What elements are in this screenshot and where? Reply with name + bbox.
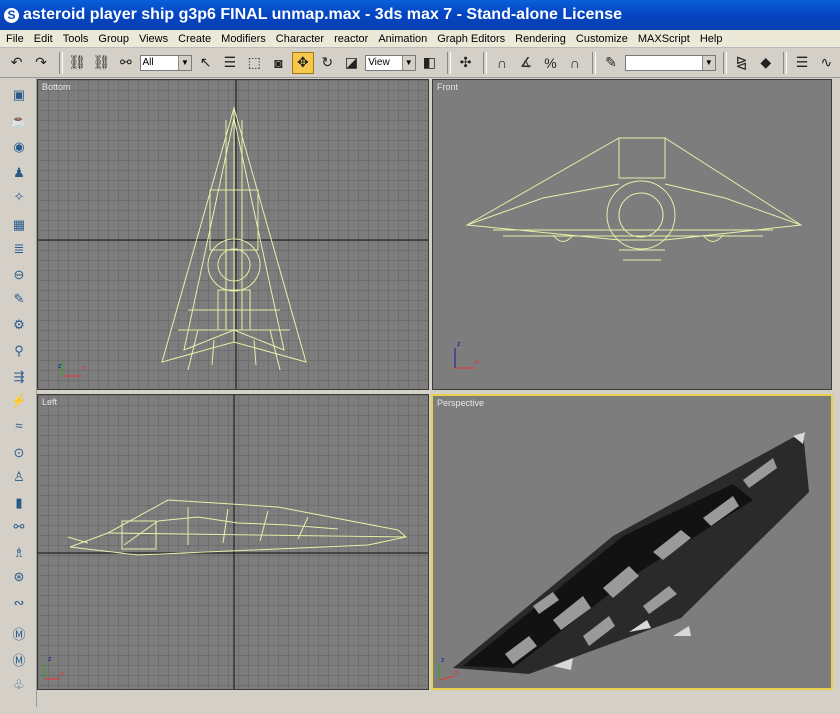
select-and-move-icon[interactable]: ✥ — [292, 51, 314, 74]
unlink-icon[interactable]: ⛓ — [91, 52, 112, 74]
select-object-icon[interactable]: ↖ — [195, 52, 216, 74]
menu-create[interactable]: Create — [178, 33, 211, 45]
attach-icon[interactable]: ⊙ — [10, 444, 28, 462]
chevron-down-icon: ▼ — [701, 55, 715, 70]
select-and-scale-icon[interactable]: ◪ — [341, 52, 362, 74]
rope-icon[interactable]: ∾ — [10, 594, 28, 612]
create-teapot-icon[interactable]: ☕ — [10, 112, 28, 130]
stack-icon[interactable]: ≣ — [10, 240, 28, 258]
status-bar — [36, 707, 840, 714]
particle-icon[interactable]: ⇶ — [10, 368, 28, 386]
toolbar-separator — [483, 51, 488, 74]
viewport-front[interactable]: Front z x — [432, 79, 832, 390]
spinner-snap-icon[interactable]: ∩ — [564, 52, 585, 74]
undo-icon[interactable]: ↶ — [6, 52, 27, 74]
svg-text:x: x — [60, 671, 64, 678]
toolbar-separator — [592, 51, 597, 74]
wave-icon[interactable]: ≈ — [10, 416, 28, 434]
wrench-icon[interactable]: ✎ — [10, 290, 28, 308]
mirror-icon[interactable]: ⧎ — [731, 52, 752, 74]
menu-views[interactable]: Views — [139, 33, 168, 45]
viewport-perspective[interactable]: Perspective z x — [431, 394, 833, 690]
max-m-icon[interactable]: Ⓜ — [10, 624, 28, 642]
create-helper-icon[interactable]: ✧ — [10, 188, 28, 206]
viewport-left[interactable]: Left z x — [37, 394, 429, 690]
toolbar-separator — [58, 51, 63, 74]
bind-to-space-warp-icon[interactable]: ⚯ — [115, 52, 136, 74]
space-warp-icon[interactable]: ⚡ — [10, 392, 28, 410]
material-editor-icon[interactable]: ▦ — [10, 216, 28, 234]
window-crossing-icon[interactable]: ◙ — [268, 52, 289, 74]
rectangular-selection-icon[interactable]: ⬚ — [244, 52, 265, 74]
bottom-view-wireframe: z x — [38, 80, 428, 389]
menu-edit[interactable]: Edit — [34, 33, 53, 45]
select-and-link-icon[interactable]: ⛓ — [67, 52, 88, 74]
biped-icon[interactable]: ♙ — [10, 468, 28, 486]
gear-icon[interactable]: ⚙ — [10, 316, 28, 334]
menu-group[interactable]: Group — [98, 33, 129, 45]
named-selection-dropdown[interactable]: ▼ — [624, 54, 716, 71]
selection-filter-dropdown[interactable]: All ▼ — [139, 54, 192, 71]
chevron-down-icon: ▼ — [177, 55, 191, 70]
title-bar: S asteroid player ship g3p6 FINAL unmap.… — [0, 0, 840, 30]
front-view-wireframe: z x — [454, 137, 803, 369]
toolbar-separator — [783, 51, 788, 74]
chevron-down-icon: ▼ — [401, 55, 415, 70]
menu-tools[interactable]: Tools — [63, 33, 89, 45]
pivot-center-icon[interactable]: ◧ — [419, 52, 440, 74]
svg-text:z: z — [58, 363, 62, 370]
bottle-icon[interactable]: ▮ — [10, 494, 28, 512]
menu-rendering[interactable]: Rendering — [515, 33, 566, 45]
render-icon[interactable]: ⊛ — [10, 568, 28, 586]
window-title: asteroid player ship g3p6 FINAL unmap.ma… — [23, 6, 622, 23]
svg-text:z: z — [441, 657, 445, 664]
toolbar-separator — [722, 51, 727, 74]
cloth-icon[interactable]: ♧ — [10, 676, 28, 694]
bone-icon[interactable]: ⚲ — [10, 342, 28, 360]
cylinder-icon[interactable]: ⊖ — [10, 266, 28, 284]
perspective-view-render: z x — [438, 432, 809, 681]
curve-editor-icon[interactable]: ∿ — [816, 52, 837, 74]
main-toolbar: ↶ ↷ ⛓ ⛓ ⚯ All ▼ ↖ ☰ ⬚ ◙ ✥ ↻ ◪ View ▼ ◧ ✣… — [0, 48, 840, 78]
app-icon[interactable]: S — [4, 7, 19, 23]
viewport-bottom[interactable]: Bottom z x — [37, 79, 429, 390]
svg-text:x: x — [475, 359, 479, 366]
select-by-name-icon[interactable]: ☰ — [219, 52, 240, 74]
svg-text:x: x — [82, 365, 86, 372]
menu-reactor[interactable]: reactor — [334, 33, 368, 45]
redo-icon[interactable]: ↷ — [30, 52, 51, 74]
toolbar-separator — [447, 51, 451, 74]
percent-snap-icon[interactable]: % — [540, 52, 561, 74]
menu-character[interactable]: Character — [276, 33, 324, 45]
create-box-icon[interactable]: ▣ — [10, 86, 28, 104]
link-icon[interactable]: ⚯ — [10, 518, 28, 536]
select-and-rotate-icon[interactable]: ↻ — [317, 52, 338, 74]
menu-graph-editors[interactable]: Graph Editors — [437, 33, 505, 45]
left-toolbar: ▣ ☕ ◉ ♟ ✧ ▦ ≣ ⊖ ✎ ⚙ ⚲ ⇶ ⚡ ≈ ⊙ ♙ ▮ ⚯ ♗ ⊛ … — [0, 78, 37, 714]
menu-maxscript[interactable]: MAXScript — [638, 33, 690, 45]
reactor-icon[interactable]: Ⓜ — [10, 650, 28, 668]
layer-manager-icon[interactable]: ☰ — [791, 52, 812, 74]
snap-toggle-icon[interactable]: ∩ — [491, 52, 512, 74]
menu-file[interactable]: File — [6, 33, 24, 45]
reference-coordinate-value: View — [368, 57, 390, 68]
reference-coordinate-dropdown[interactable]: View ▼ — [365, 54, 416, 71]
select-and-manipulate-icon[interactable]: ✣ — [455, 52, 476, 74]
selection-filter-value: All — [142, 57, 154, 68]
svg-text:x: x — [455, 669, 459, 676]
edit-named-selection-icon[interactable]: ✎ — [600, 52, 621, 74]
svg-text:z: z — [48, 656, 52, 663]
figure-icon[interactable]: ♗ — [10, 544, 28, 562]
angle-snap-icon[interactable]: ∡ — [516, 52, 537, 74]
menu-bar: File Edit Tools Group Views Create Modif… — [0, 30, 840, 48]
menu-modifiers[interactable]: Modifiers — [221, 33, 266, 45]
create-sphere-icon[interactable]: ◉ — [10, 138, 28, 156]
left-view-wireframe: z x — [38, 395, 428, 689]
menu-help[interactable]: Help — [700, 33, 723, 45]
menu-customize[interactable]: Customize — [576, 33, 628, 45]
svg-text:z: z — [457, 341, 461, 348]
create-light-icon[interactable]: ♟ — [10, 164, 28, 182]
menu-animation[interactable]: Animation — [378, 33, 427, 45]
align-icon[interactable]: ◆ — [755, 52, 776, 74]
